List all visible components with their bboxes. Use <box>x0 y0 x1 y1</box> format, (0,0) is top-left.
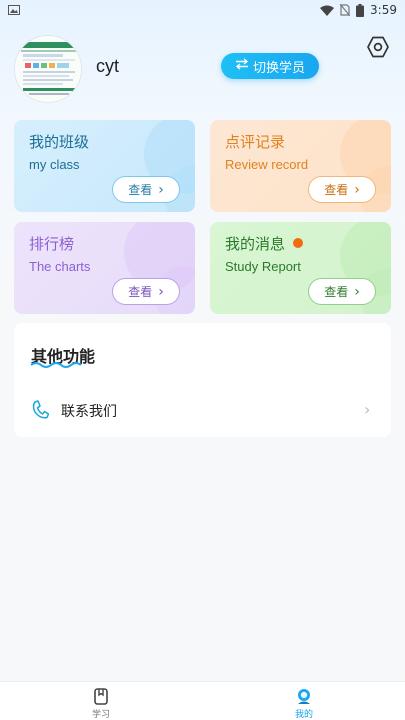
chevron-right-icon: › <box>354 283 360 300</box>
gear-icon <box>366 36 390 63</box>
nav-study-label: 学习 <box>91 710 110 720</box>
charts-view-button[interactable]: 查看 › <box>112 278 180 305</box>
nav-item-mine[interactable]: 我的 <box>254 682 354 720</box>
my-class-title: 我的班级 <box>29 133 90 151</box>
username: cyt <box>96 56 120 76</box>
other-functions-panel: 其他功能 联系我们 › <box>14 323 391 437</box>
switch-student-label: 切换学员 <box>252 60 305 76</box>
review-record-subtitle: Review record <box>225 157 309 172</box>
review-record-title: 点评记录 <box>225 133 286 151</box>
switch-student-button[interactable]: 切换学员 <box>221 53 319 79</box>
contact-us-row[interactable]: 联系我们 › <box>14 393 391 427</box>
profile-screen: 3:59 cyt 切换学员 我的班级 my class 查看 › 点评记录 Re… <box>0 0 405 720</box>
settings-button[interactable] <box>366 35 390 59</box>
profile-icon <box>296 688 312 709</box>
status-time: 3:59 <box>370 3 397 17</box>
wifi-icon <box>320 5 335 16</box>
chevron-right-icon: › <box>364 400 371 419</box>
unread-badge <box>293 238 304 248</box>
avatar[interactable] <box>14 35 82 103</box>
my-class-card[interactable]: 我的班级 my class 查看 › <box>14 120 195 212</box>
status-bar: 3:59 <box>0 0 405 20</box>
charts-subtitle: The charts <box>29 259 91 274</box>
contact-us-label: 联系我们 <box>61 404 117 420</box>
charts-title: 排行榜 <box>29 235 75 253</box>
review-record-card[interactable]: 点评记录 Review record 查看 › <box>210 120 391 212</box>
book-icon <box>93 688 109 709</box>
no-sim-icon <box>340 4 351 16</box>
battery-icon <box>356 3 365 17</box>
view-button-label: 查看 <box>324 183 349 197</box>
chevron-right-icon: › <box>354 181 360 198</box>
swap-icon <box>235 58 249 74</box>
my-class-subtitle: my class <box>29 157 80 172</box>
my-class-view-button[interactable]: 查看 › <box>112 176 180 203</box>
image-icon <box>8 5 20 15</box>
review-record-view-button[interactable]: 查看 › <box>308 176 376 203</box>
view-button-label: 查看 <box>128 285 153 299</box>
chevron-right-icon: › <box>158 283 164 300</box>
bottom-nav: 学习 我的 <box>0 681 405 720</box>
nav-item-study[interactable]: 学习 <box>51 682 151 720</box>
view-button-label: 查看 <box>128 183 153 197</box>
chevron-right-icon: › <box>158 181 164 198</box>
messages-subtitle: Study Report <box>225 259 301 274</box>
title-underline-wave <box>30 362 82 368</box>
messages-view-button[interactable]: 查看 › <box>308 278 376 305</box>
view-button-label: 查看 <box>324 285 349 299</box>
phone-icon <box>31 400 50 424</box>
messages-title-text: 我的消息 <box>225 235 286 253</box>
messages-card[interactable]: 我的消息 Study Report 查看 › <box>210 222 391 314</box>
charts-card[interactable]: 排行榜 The charts 查看 › <box>14 222 195 314</box>
nav-mine-label: 我的 <box>294 710 313 720</box>
messages-title: 我的消息 <box>225 233 304 254</box>
